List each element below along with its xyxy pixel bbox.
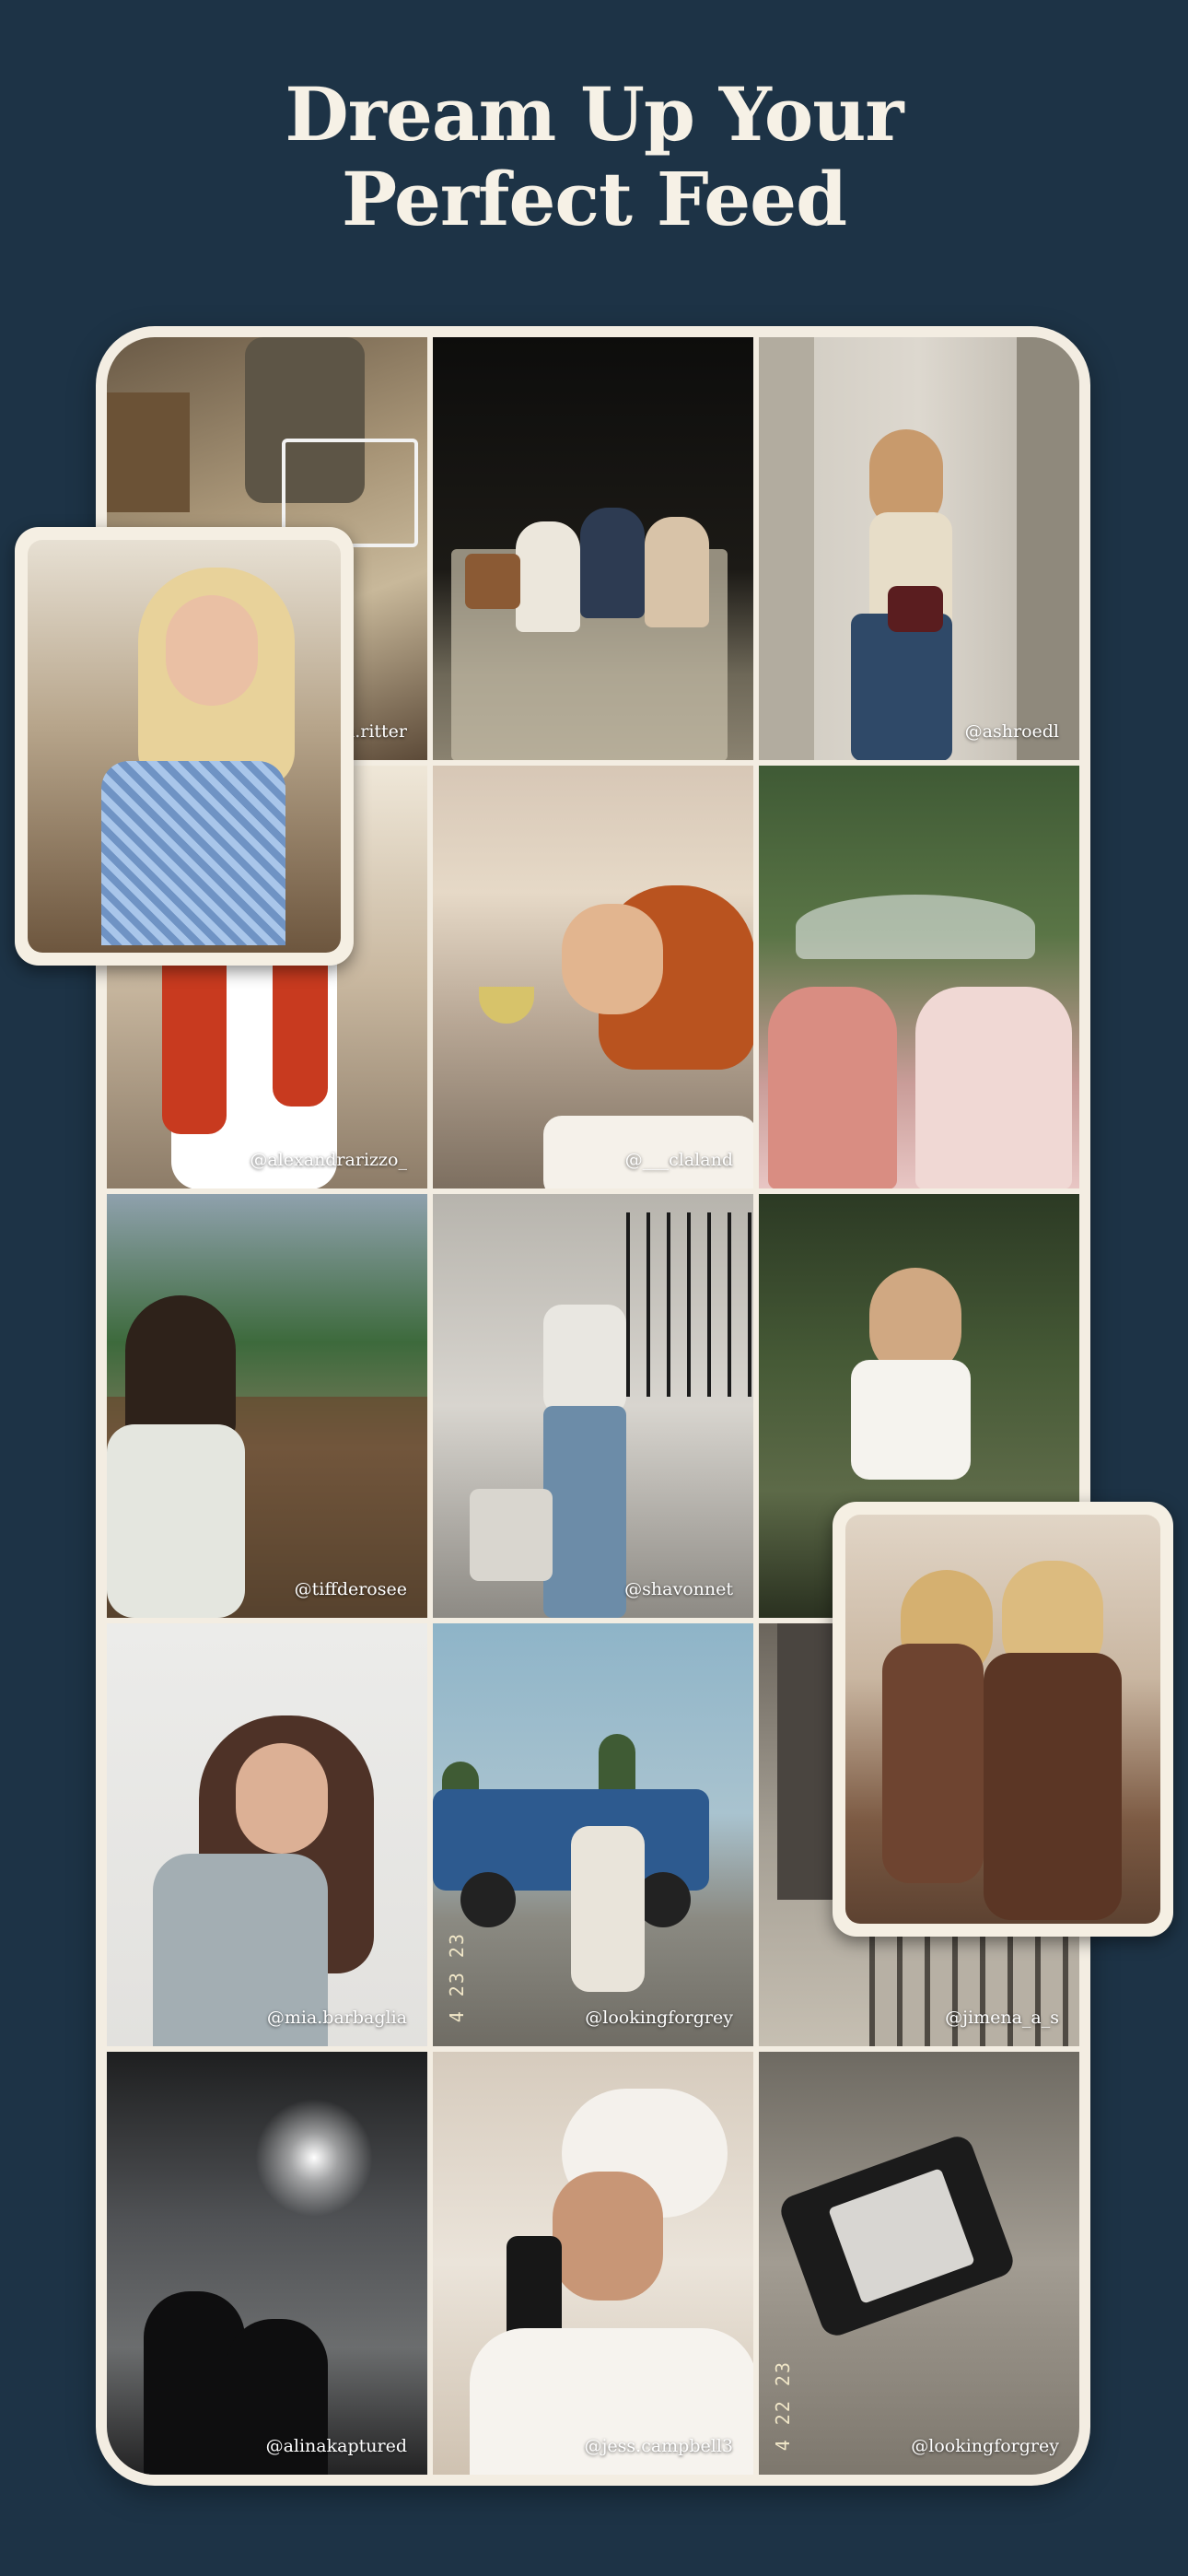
feed-tile[interactable] xyxy=(433,337,753,761)
tile-handle: @lookingforgrey xyxy=(911,2436,1059,2456)
feed-tile[interactable]: @tiffderosee xyxy=(107,1194,427,1618)
feed-tile[interactable]: 4 22 23 @lookingforgrey xyxy=(759,2051,1079,2475)
feed-tile[interactable]: 4 23 23 @lookingforgrey xyxy=(433,1622,753,2046)
feed-tile[interactable]: @ashroedl xyxy=(759,337,1079,761)
feed-tile[interactable]: @mia.barbaglia xyxy=(107,1622,427,2046)
tile-handle: @tiffderosee xyxy=(294,1578,407,1599)
tile-handle: @jimena_a_s xyxy=(945,2007,1059,2028)
floating-photo xyxy=(28,540,341,953)
tile-handle: @alexandrarizzo_ xyxy=(250,1150,407,1171)
tile-handle: @ashroedl xyxy=(964,721,1059,743)
feed-tile[interactable]: @___claland xyxy=(433,766,753,1189)
tile-handle: @___claland xyxy=(624,1150,733,1171)
date-stamp: 4 23 23 xyxy=(446,1931,468,2022)
feed-tile[interactable]: @shavonnet xyxy=(433,1194,753,1618)
feed-tile[interactable]: @jess.campbell3 xyxy=(433,2051,753,2475)
headline-line-2: Perfect Feed xyxy=(341,156,847,242)
feed-tile[interactable] xyxy=(759,766,1079,1189)
tile-handle: @alinakaptured xyxy=(265,2436,407,2456)
headline: Dream Up Your Perfect Feed xyxy=(0,72,1188,241)
tile-handle: @shavonnet xyxy=(624,1578,733,1599)
tile-handle: @mia.barbaglia xyxy=(266,2007,407,2028)
tile-handle: @jess.campbell3 xyxy=(584,2436,733,2456)
headline-line-1: Dream Up Your xyxy=(285,71,903,158)
date-stamp: 4 22 23 xyxy=(772,2359,794,2451)
floating-photo-card[interactable] xyxy=(833,1502,1173,1937)
feed-tile[interactable]: @alinakaptured xyxy=(107,2051,427,2475)
tile-handle: @lookingforgrey xyxy=(585,2007,733,2028)
floating-photo-card[interactable] xyxy=(15,527,354,966)
floating-photo xyxy=(845,1515,1160,1924)
